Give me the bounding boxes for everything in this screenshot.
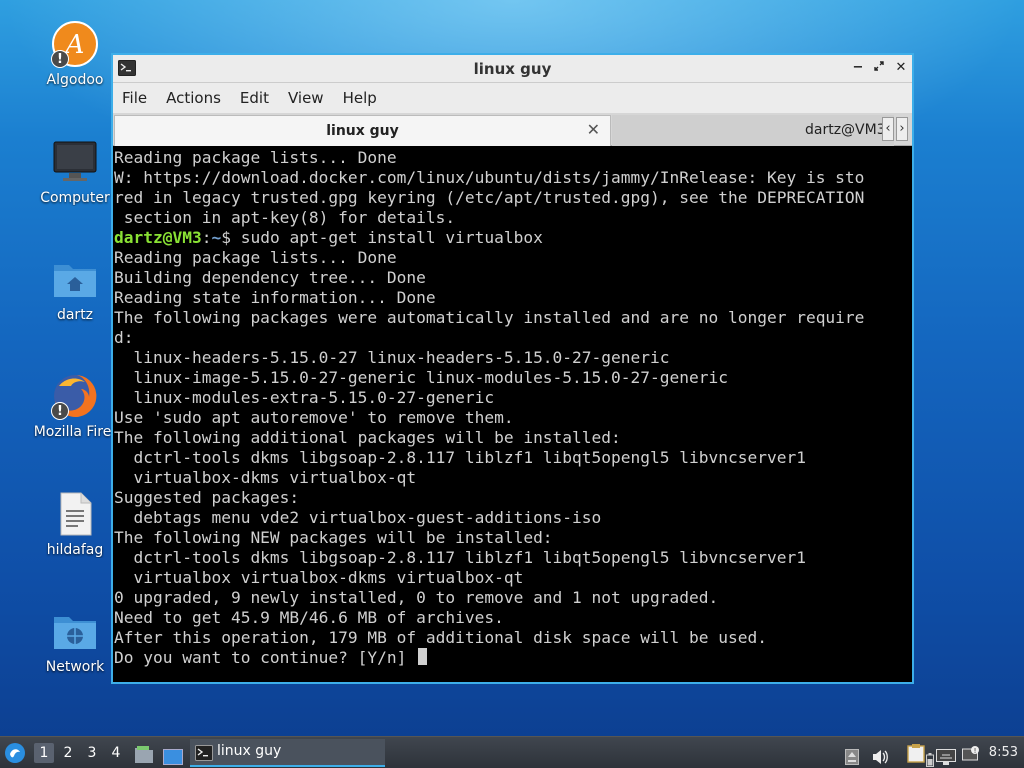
network-tray-icon[interactable]: [936, 745, 956, 768]
maximize-icon[interactable]: [871, 60, 887, 76]
terminal-line: The following additional packages will b…: [114, 428, 621, 447]
taskbar: 1 2 3 4 linux guy ! 8:53: [0, 736, 1024, 768]
menu-actions[interactable]: Actions: [166, 89, 221, 107]
minimize-icon[interactable]: −: [850, 60, 866, 76]
prompt-end: $: [221, 228, 241, 247]
terminal-line: W: https://download.docker.com/linux/ubu…: [114, 168, 865, 187]
menubar: File Actions Edit View Help: [113, 83, 912, 113]
workspace-3[interactable]: 3: [82, 743, 102, 763]
window-title: linux guy: [473, 60, 552, 78]
desktop-icon-computer[interactable]: Computer: [25, 138, 125, 206]
taskbar-task-linux-guy[interactable]: linux guy: [190, 739, 385, 767]
workspace-1[interactable]: 1: [34, 743, 54, 763]
desktop-icon-label: dartz: [56, 307, 94, 323]
terminal-line: linux-modules-extra-5.15.0-27-generic: [114, 388, 495, 407]
desktop-icon-label: Computer: [40, 190, 110, 206]
desktop-icon-label: hildafag: [46, 542, 104, 558]
terminal-line: red in legacy trusted.gpg keyring (/etc/…: [114, 188, 865, 207]
terminal-line: Use 'sudo apt autoremove' to remove them…: [114, 408, 514, 427]
terminal-line: linux-image-5.15.0-27-generic linux-modu…: [114, 368, 728, 387]
terminal-line: The following NEW packages will be insta…: [114, 528, 553, 547]
terminal-line: After this operation, 179 MB of addition…: [114, 628, 767, 647]
warning-badge-icon: !: [51, 50, 69, 68]
task-terminal-icon: [195, 745, 213, 765]
terminal-line: Suggested packages:: [114, 488, 300, 507]
menu-help[interactable]: Help: [343, 89, 377, 107]
terminal-line: virtualbox-dkms virtualbox-qt: [114, 468, 417, 487]
svg-text:!: !: [974, 747, 977, 755]
terminal-line: dctrl-tools dkms libgsoap-2.8.117 liblzf…: [114, 548, 806, 567]
tab-close-icon[interactable]: ✕: [587, 120, 600, 139]
command-text: sudo apt-get install virtualbox: [240, 228, 543, 247]
terminal-line: dctrl-tools dkms libgsoap-2.8.117 liblzf…: [114, 448, 806, 467]
tab-linux-guy[interactable]: linux guy ✕: [114, 115, 611, 146]
terminal-line: linux-headers-5.15.0-27 linux-headers-5.…: [114, 348, 670, 367]
update-tray-icon[interactable]: [845, 745, 859, 768]
clipboard-icon[interactable]: [907, 743, 925, 768]
battery-icon: [926, 747, 934, 768]
volume-icon[interactable]: [871, 745, 889, 768]
terminal-line: Need to get 45.9 MB/46.6 MB of archives.: [114, 608, 504, 627]
terminal-line: Reading state information... Done: [114, 288, 436, 307]
computer-icon: [51, 138, 99, 186]
desktop-icon-network[interactable]: Network: [25, 607, 125, 675]
prompt-separator: :: [201, 228, 212, 247]
tab-scroll-left-icon[interactable]: ‹: [882, 117, 894, 141]
tab-dartz-vm3[interactable]: dartz@VM3: [612, 115, 894, 146]
show-desktop-icon[interactable]: [163, 745, 183, 765]
confirm-prompt: Do you want to continue? [Y/n]: [114, 648, 417, 667]
prompt-user: dartz@VM3: [114, 228, 202, 247]
desktop-icon-firefox[interactable]: ! Mozilla Firef: [25, 372, 125, 440]
terminal-line: Building dependency tree... Done: [114, 268, 426, 287]
confirm-prompt-line: Do you want to continue? [Y/n]: [114, 648, 912, 668]
tab-bar: linux guy ✕ dartz@VM3 ‹ ›: [113, 113, 912, 146]
terminal-output[interactable]: Reading package lists... Done W: https://…: [113, 147, 912, 682]
notification-tray-icon[interactable]: !: [962, 744, 980, 768]
tab-scroll-right-icon[interactable]: ›: [896, 117, 908, 141]
prompt-line: dartz@VM3:~$ sudo apt-get install virtua…: [114, 228, 912, 248]
prompt-path: ~: [211, 228, 222, 247]
workspace-2[interactable]: 2: [58, 743, 78, 763]
terminal-line: 0 upgraded, 9 newly installed, 0 to remo…: [114, 588, 719, 607]
desktop-icon-hildafag[interactable]: hildafag: [25, 490, 125, 558]
file-manager-icon[interactable]: [134, 744, 154, 763]
terminal-window[interactable]: linux guy − ✕ File Actions Edit View Hel…: [111, 53, 914, 684]
workspace-4[interactable]: 4: [106, 743, 126, 763]
tab-label: linux guy: [326, 123, 399, 139]
menu-file[interactable]: File: [122, 89, 147, 107]
home-folder-icon: [51, 255, 99, 303]
terminal-line: Reading package lists... Done: [114, 248, 397, 267]
terminal-line: Reading package lists... Done: [114, 148, 397, 167]
network-folder-icon: [51, 607, 99, 655]
firefox-icon: !: [51, 372, 99, 420]
terminal-line: debtags menu vde2 virtualbox-guest-addit…: [114, 508, 602, 527]
menu-edit[interactable]: Edit: [240, 89, 269, 107]
desktop-icon-label: Mozilla Firef: [33, 424, 117, 440]
tab-label: dartz@VM3: [805, 122, 886, 138]
window-titlebar[interactable]: linux guy − ✕: [113, 55, 912, 83]
task-label: linux guy: [217, 743, 282, 759]
start-menu-icon[interactable]: [4, 742, 26, 764]
taskbar-clock[interactable]: 8:53: [989, 745, 1018, 760]
desktop-icon-label: Algodoo: [46, 72, 104, 88]
desktop-icon-label: Network: [45, 659, 105, 675]
text-file-icon: [51, 490, 99, 538]
desktop-icon-algodoo[interactable]: A ! Algodoo: [25, 20, 125, 88]
terminal-line: section in apt-key(8) for details.: [114, 208, 456, 227]
warning-badge-icon: !: [51, 402, 69, 420]
menu-view[interactable]: View: [288, 89, 324, 107]
terminal-line: The following packages were automaticall…: [114, 308, 865, 327]
desktop-icon-home[interactable]: dartz: [25, 255, 125, 323]
text-cursor: [418, 648, 428, 665]
algodoo-icon: A !: [51, 20, 99, 68]
close-icon[interactable]: ✕: [893, 60, 909, 76]
terminal-line: virtualbox virtualbox-dkms virtualbox-qt: [114, 568, 524, 587]
terminal-line: d:: [114, 328, 134, 347]
